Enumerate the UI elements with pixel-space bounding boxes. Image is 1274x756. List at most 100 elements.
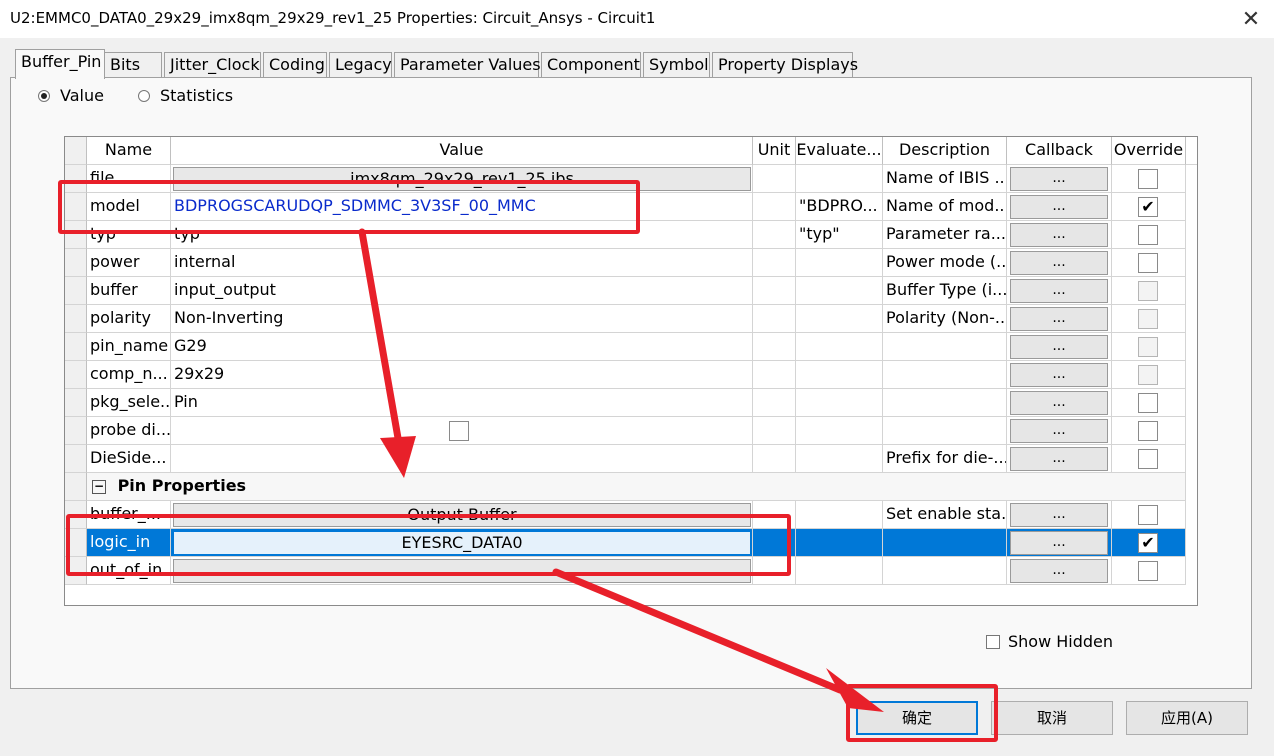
section-title: Pin Properties [117,476,247,495]
row-evaluated [796,445,883,473]
callback-button[interactable]: ... [1010,335,1108,359]
show-hidden-label: Show Hidden [1008,632,1114,651]
tab-parameter-values[interactable]: Parameter Values [394,52,541,78]
statistics-radio-option[interactable]: Statistics [138,86,233,105]
row-header[interactable] [65,389,87,417]
apply-button[interactable]: 应用(A) [1126,701,1248,735]
row-description [883,333,1007,361]
row-unit [753,193,796,221]
tab-component[interactable]: Component [541,52,641,78]
override-checkbox[interactable] [1138,225,1158,245]
row-description [883,389,1007,417]
callback-button[interactable]: ... [1010,195,1108,219]
row-description [883,361,1007,389]
callback-button[interactable]: ... [1010,167,1108,191]
row-name-polarity: polarity [87,305,171,333]
row-evaluated [796,529,883,557]
callback-button[interactable]: ... [1010,307,1108,331]
callback-button[interactable]: ... [1010,447,1108,471]
grid-corner [65,137,87,165]
override-checkbox[interactable] [1138,421,1158,441]
column-header-evaluated[interactable]: Evaluate... [796,137,883,165]
value-radio[interactable] [38,89,50,102]
pin-name-value[interactable]: G29 [171,333,753,361]
title-bar: U2:EMMC0_DATA0_29x29_imx8qm_29x29_rev1_2… [0,0,1274,38]
annotation-box-model [58,180,640,234]
polarity-value[interactable]: Non-Inverting [171,305,753,333]
callback-button[interactable]: ... [1010,279,1108,303]
callback-button[interactable]: ... [1010,251,1108,275]
value-radio-option[interactable]: Value [38,86,104,105]
section-pin-properties[interactable]: − Pin Properties [87,473,1186,501]
override-checkbox[interactable] [1138,365,1158,385]
value-radio-label: Value [60,86,104,105]
override-checkbox[interactable]: ✔ [1138,533,1158,553]
override-checkbox[interactable] [1138,253,1158,273]
callback-button[interactable]: ... [1010,391,1108,415]
callback-button[interactable]: ... [1010,363,1108,387]
row-header[interactable] [65,305,87,333]
statistics-radio[interactable] [138,89,150,102]
callback-button[interactable]: ... [1010,503,1108,527]
collapse-icon[interactable]: − [92,479,106,494]
row-header[interactable] [65,249,87,277]
override-checkbox[interactable] [1138,393,1158,413]
override-checkbox[interactable] [1138,337,1158,357]
tab-jitter-clock[interactable]: Jitter_Clock [164,52,261,78]
tab-bits[interactable]: Bits [104,52,162,78]
annotation-box-ok [846,684,998,742]
column-header-description[interactable]: Description [883,137,1007,165]
power-value[interactable]: internal [171,249,753,277]
show-hidden-checkbox[interactable] [986,634,1000,649]
dieside-value[interactable] [171,445,753,473]
tab-buffer-pin[interactable]: Buffer_Pin [15,49,105,79]
row-evaluated [796,389,883,417]
row-header[interactable] [65,277,87,305]
buffer-value[interactable]: input_output [171,277,753,305]
callback-button[interactable]: ... [1010,559,1108,583]
show-hidden-option[interactable]: Show Hidden [986,632,1113,651]
callback-button[interactable]: ... [1010,531,1108,555]
row-description: Power mode (... [883,249,1007,277]
tab-coding[interactable]: Coding [263,52,327,78]
row-unit [753,445,796,473]
row-header [65,473,87,501]
column-header-name[interactable]: Name [87,137,171,165]
comp-name-value[interactable]: 29x29 [171,361,753,389]
tab-legacy[interactable]: Legacy [329,52,392,78]
row-name-comp-name: comp_n... [87,361,171,389]
callback-button[interactable]: ... [1010,223,1108,247]
column-header-override[interactable]: Override [1112,137,1186,165]
row-description: Buffer Type (i... [883,277,1007,305]
row-header[interactable] [65,333,87,361]
row-header[interactable] [65,445,87,473]
override-checkbox[interactable]: ✔ [1138,197,1158,217]
override-checkbox[interactable] [1138,309,1158,329]
tab-property-displays[interactable]: Property Displays [712,52,858,78]
override-checkbox[interactable] [1138,281,1158,301]
row-evaluated: "BDPRO... [796,193,883,221]
row-description: Name of mod... [883,193,1007,221]
callback-button[interactable]: ... [1010,419,1108,443]
row-evaluated [796,165,883,193]
cancel-button[interactable]: 取消 [991,701,1113,735]
close-icon[interactable]: ✕ [1228,0,1274,38]
probe-die-value-checkbox[interactable] [449,421,469,441]
grid-header-filler [1186,137,1197,165]
column-header-value[interactable]: Value [171,137,753,165]
row-unit [753,277,796,305]
column-header-unit[interactable]: Unit [753,137,796,165]
override-checkbox[interactable] [1138,449,1158,469]
tab-symbol[interactable]: Symbol [643,52,710,78]
row-header[interactable] [65,361,87,389]
pkg-select-value[interactable]: Pin [171,389,753,417]
column-header-callback[interactable]: Callback [1007,137,1112,165]
row-unit [753,417,796,445]
override-checkbox[interactable] [1138,169,1158,189]
row-name-power: power [87,249,171,277]
override-checkbox[interactable] [1138,505,1158,525]
row-name-pkg-select: pkg_sele... [87,389,171,417]
row-header[interactable] [65,417,87,445]
override-checkbox[interactable] [1138,561,1158,581]
row-unit [753,249,796,277]
